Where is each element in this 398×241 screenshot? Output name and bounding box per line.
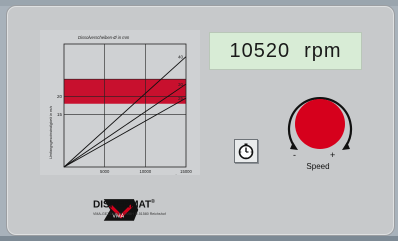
brand-name: DISPERMAT® xyxy=(93,199,155,210)
x-tick-label: 15000 xyxy=(180,169,192,174)
speed-chart: 40 30 25 Dissolverscheiben-Ø in mm Umfangsge… xyxy=(40,30,200,175)
series-label-25: 25 xyxy=(178,96,184,101)
window-bottom-strip xyxy=(0,236,398,241)
series-line-40 xyxy=(63,56,187,168)
series-line-25 xyxy=(63,97,187,168)
speed-knob-area[interactable] xyxy=(280,86,360,166)
speed-minus-label: - xyxy=(293,150,296,160)
speed-knob-button xyxy=(295,99,345,149)
rpm-unit: rpm xyxy=(304,39,342,62)
stopwatch-icon xyxy=(238,143,254,160)
x-tick-label: 5000 xyxy=(100,169,110,174)
y-tick-label: 15 xyxy=(57,112,63,117)
speed-plus-label: + xyxy=(330,150,336,160)
y-tick-label: 20 xyxy=(57,94,63,99)
series-label-40: 40 xyxy=(178,55,184,60)
y-axis-label: Umfangsgeschwindigkeit in m/s xyxy=(49,106,53,159)
plot-frame xyxy=(63,43,187,168)
speed-label: Speed xyxy=(306,162,330,171)
registered-mark: ® xyxy=(151,199,155,205)
rpm-display: 10520 rpm xyxy=(209,32,362,70)
series-label-30: 30 xyxy=(178,82,184,87)
speed-chart-svg: 40 30 25 Dissolverscheiben-Ø in mm Umfangsge… xyxy=(49,35,192,176)
x-axis-label: Drehzahl in min⁻¹ xyxy=(145,174,177,176)
chart-title: Dissolverscheiben-Ø in mm xyxy=(78,35,130,40)
brand-name-text: DISPERMAT xyxy=(93,199,152,211)
timer-button[interactable] xyxy=(234,139,258,163)
rpm-value: 10520 xyxy=(229,39,291,62)
speed-knob[interactable] xyxy=(280,86,360,166)
speed-range-band xyxy=(64,79,186,104)
brand-subtitle: VMA-GETZMANN GMBH D-51580 Reichshof xyxy=(93,212,166,216)
